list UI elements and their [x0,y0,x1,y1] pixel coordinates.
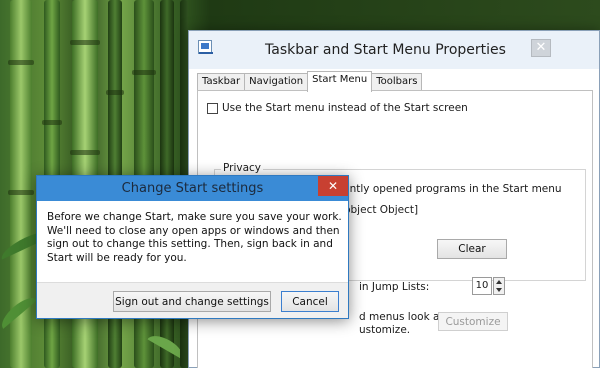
tab-strip: Taskbar Navigation Start Menu Toolbars [197,71,423,92]
cancel-button[interactable]: Cancel [281,291,339,312]
customize-description-line-2: ustomize. [359,324,411,336]
tab-taskbar[interactable]: Taskbar [197,73,246,91]
tab-toolbars[interactable]: Toolbars [371,73,423,91]
tab-navigation[interactable]: Navigation [244,73,309,91]
change-start-settings-dialog: Change Start settings ✕ Before we change… [36,175,349,319]
privacy-group-label: Privacy [221,162,264,174]
store-items-label: [object Object] [340,204,419,216]
tab-start-menu[interactable]: Start Menu [307,71,373,92]
window-title: Taskbar and Start Menu Properties [265,42,506,58]
dialog-titlebar: Change Start settings ✕ [37,176,348,201]
jump-lists-count-field[interactable]: 10 [472,277,492,295]
dialog-title: Change Start settings [121,181,264,196]
dialog-close-button[interactable]: ✕ [318,176,348,196]
clear-button[interactable]: Clear [437,239,507,259]
use-start-menu-label: Use the Start menu instead of the Start … [222,102,468,114]
sign-out-and-change-settings-button[interactable]: Sign out and change settings [113,291,271,312]
dialog-message: Before we change Start, make sure you sa… [47,211,342,264]
use-start-menu-checkbox[interactable] [207,102,218,114]
use-start-menu-option[interactable]: Use the Start menu instead of the Start … [207,102,468,114]
taskbar-properties-icon [198,40,213,54]
close-window-button[interactable]: ✕ [531,39,551,57]
customize-button[interactable]: Customize [438,312,508,331]
spin-up-arrow-icon[interactable] [494,278,504,286]
window-titlebar: Taskbar and Start Menu Properties ✕ [189,31,599,69]
dialog-footer: Sign out and change settings Cancel [37,282,348,318]
spin-down-arrow-icon[interactable] [494,286,504,294]
jump-lists-label: in Jump Lists: [359,281,430,293]
jump-lists-spinner[interactable] [493,277,505,295]
